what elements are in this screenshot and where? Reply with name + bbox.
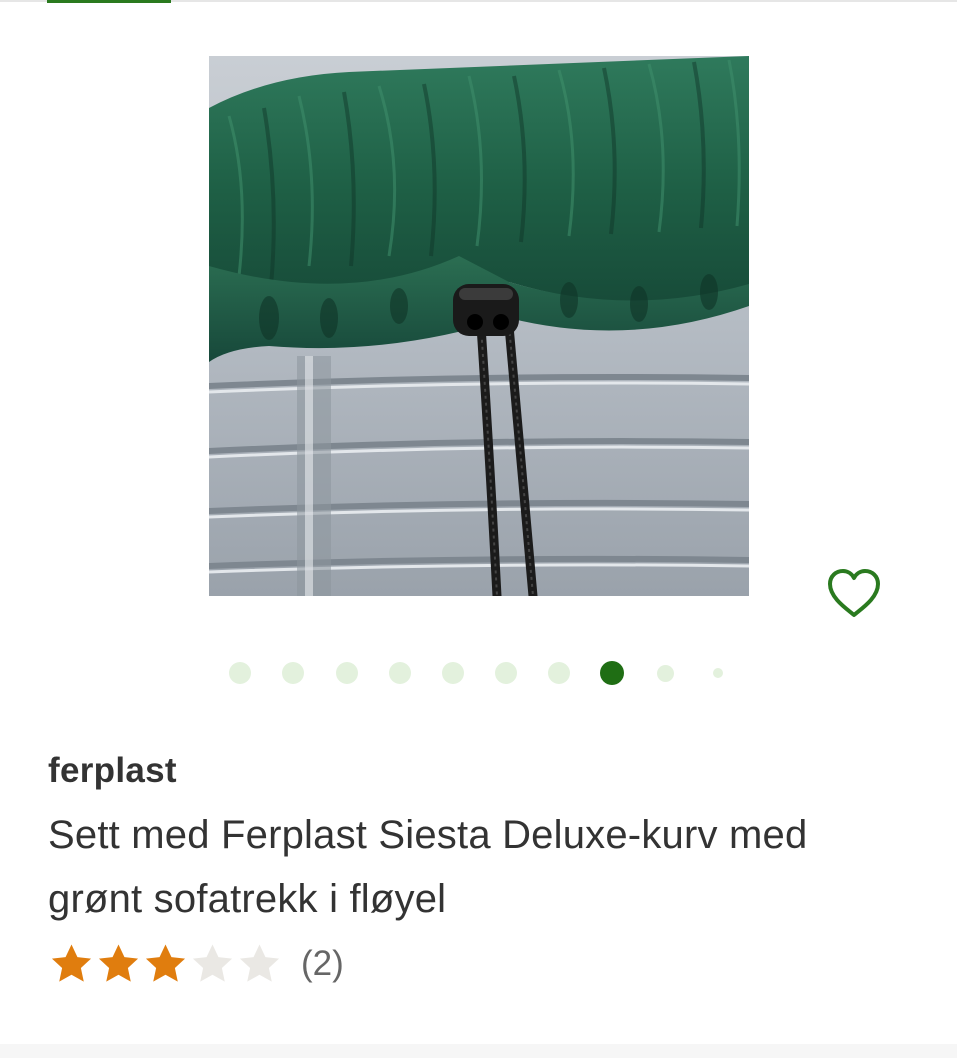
active-tab-indicator: [47, 0, 171, 3]
star-icon: [192, 944, 233, 982]
carousel-dot[interactable]: [548, 662, 570, 684]
product-image[interactable]: [209, 56, 749, 596]
carousel-dot[interactable]: [282, 662, 304, 684]
heart-outline-icon: [828, 569, 880, 617]
star-icon: [98, 944, 139, 982]
carousel-dot[interactable]: [713, 668, 723, 678]
carousel-dot[interactable]: [336, 662, 358, 684]
product-brand[interactable]: ferplast: [48, 750, 177, 792]
product-rating[interactable]: (2): [48, 938, 344, 990]
carousel-dot[interactable]: [229, 662, 251, 684]
product-title: Sett med Ferplast Siesta Deluxe-kurv med…: [48, 813, 808, 921]
image-carousel-pagination: [228, 661, 732, 685]
bottom-divider: [0, 1044, 957, 1058]
carousel-dot[interactable]: [495, 662, 517, 684]
review-count[interactable]: (2): [301, 941, 344, 987]
star-icon: [145, 944, 186, 982]
star-icon: [51, 944, 92, 982]
star-icon: [239, 944, 280, 982]
carousel-dot[interactable]: [656, 664, 674, 682]
carousel-dot[interactable]: [389, 662, 411, 684]
wishlist-button[interactable]: [822, 564, 886, 622]
star-rating: [48, 941, 283, 987]
carousel-dot[interactable]: [600, 661, 624, 685]
carousel-dot[interactable]: [442, 662, 464, 684]
